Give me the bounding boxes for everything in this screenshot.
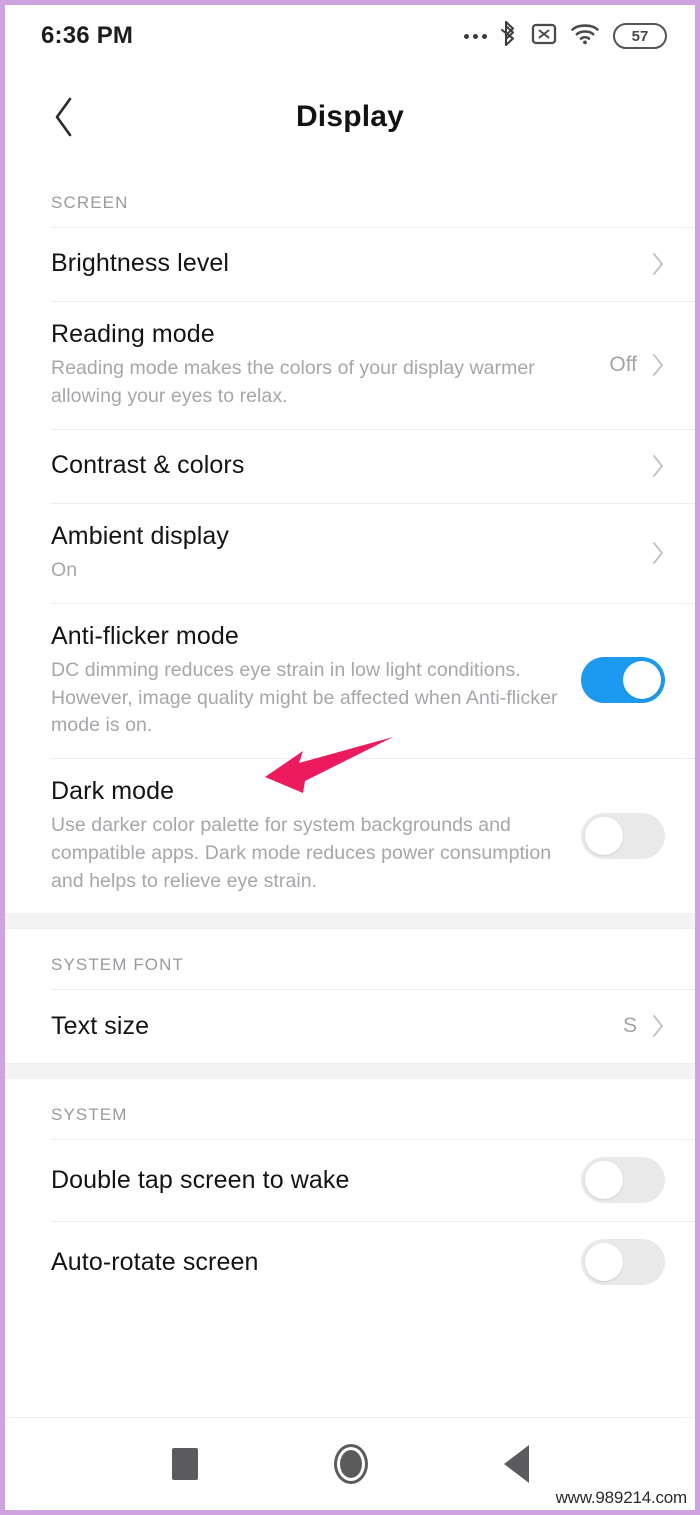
row-title: Reading mode bbox=[51, 320, 215, 348]
row-text-block: Dark mode Use darker color palette for s… bbox=[51, 776, 581, 895]
row-anti-flicker-mode[interactable]: Anti-flicker mode DC dimming reduces eye… bbox=[5, 602, 695, 758]
section-header-system: SYSTEM bbox=[5, 1079, 695, 1140]
row-text-block: Reading mode Reading mode makes the colo… bbox=[51, 319, 609, 411]
toggle-knob bbox=[585, 816, 623, 855]
phone-screen: 6:36 PM 57 Display SCREEN Brightness lev… bbox=[5, 5, 695, 1510]
toggle-anti-flicker-mode[interactable] bbox=[581, 657, 665, 704]
row-control bbox=[581, 1239, 665, 1286]
row-control bbox=[651, 541, 665, 565]
row-text-block: Contrast & colors bbox=[51, 450, 651, 481]
row-subtitle: Use darker color palette for system back… bbox=[51, 814, 552, 892]
row-control: Off bbox=[609, 353, 665, 377]
watermark-text: www.989214.com bbox=[555, 1488, 688, 1507]
row-control bbox=[651, 454, 665, 478]
row-title: Contrast & colors bbox=[51, 451, 245, 479]
more-dots-icon bbox=[464, 33, 487, 39]
no-sim-icon bbox=[531, 21, 557, 51]
back-chevron-icon[interactable] bbox=[39, 92, 89, 142]
chevron-right-icon bbox=[653, 253, 663, 275]
row-title: Dark mode bbox=[51, 776, 175, 805]
toggle-double-tap-to-wake[interactable] bbox=[581, 1157, 665, 1204]
row-control bbox=[581, 1157, 665, 1204]
section-divider bbox=[5, 913, 695, 930]
row-text-block: Ambient display On bbox=[51, 521, 651, 585]
row-text-block: Auto-rotate screen bbox=[51, 1247, 581, 1278]
battery-icon: 57 bbox=[613, 23, 667, 49]
android-navigation-bar: www.989214.com bbox=[5, 1417, 695, 1510]
page-title: Display bbox=[295, 100, 405, 133]
row-reading-mode[interactable]: Reading mode Reading mode makes the colo… bbox=[5, 301, 695, 429]
row-value-label: Off bbox=[609, 352, 637, 376]
settings-list[interactable]: SCREEN Brightness level Reading mode Rea… bbox=[5, 167, 695, 1417]
toggle-auto-rotate-screen[interactable] bbox=[581, 1239, 665, 1286]
row-title: Text size bbox=[51, 1011, 150, 1040]
row-ambient-display[interactable]: Ambient display On bbox=[5, 502, 695, 603]
section-header-system-font: SYSTEM FONT bbox=[5, 929, 695, 990]
bluetooth-icon bbox=[501, 20, 518, 52]
row-title: Auto-rotate screen bbox=[51, 1247, 259, 1276]
row-control: S bbox=[623, 1014, 665, 1038]
row-title: Ambient display bbox=[51, 521, 229, 550]
row-text-block: Double tap screen to wake bbox=[51, 1165, 581, 1196]
toggle-knob bbox=[585, 1161, 623, 1200]
recents-square-icon[interactable] bbox=[171, 1448, 198, 1480]
row-title: Double tap screen to wake bbox=[51, 1165, 350, 1194]
row-text-block: Anti-flicker mode DC dimming reduces eye… bbox=[51, 621, 581, 740]
row-dark-mode[interactable]: Dark mode Use darker color palette for s… bbox=[5, 757, 695, 914]
chevron-right-icon bbox=[653, 1015, 663, 1038]
battery-level-label: 57 bbox=[631, 27, 649, 45]
row-text-size[interactable]: Text size S bbox=[5, 989, 695, 1064]
row-auto-rotate-screen[interactable]: Auto-rotate screen bbox=[5, 1221, 695, 1304]
row-title: Anti-flicker mode bbox=[51, 621, 239, 650]
phone-screenshot-frame: 6:36 PM 57 Display SCREEN Brightness lev… bbox=[0, 0, 700, 1515]
row-control bbox=[581, 657, 665, 704]
back-triangle-icon[interactable] bbox=[503, 1445, 529, 1483]
row-double-tap-to-wake[interactable]: Double tap screen to wake bbox=[5, 1139, 695, 1222]
row-subtitle: On bbox=[51, 558, 78, 581]
wifi-icon bbox=[570, 21, 600, 51]
toggle-knob bbox=[585, 1243, 623, 1282]
chevron-right-icon bbox=[653, 454, 663, 477]
row-value-label: S bbox=[622, 1014, 637, 1038]
row-contrast-colors[interactable]: Contrast & colors bbox=[5, 428, 695, 503]
chevron-right-icon bbox=[653, 353, 663, 376]
home-circle-icon[interactable] bbox=[333, 1444, 368, 1484]
row-title: Brightness level bbox=[51, 249, 230, 278]
status-bar: 6:36 PM 57 bbox=[5, 5, 695, 67]
row-text-block: Brightness level bbox=[51, 248, 651, 279]
status-clock: 6:36 PM bbox=[41, 22, 134, 49]
section-header-screen: SCREEN bbox=[5, 167, 695, 227]
status-icon-tray: 57 bbox=[464, 20, 667, 52]
toggle-dark-mode[interactable] bbox=[581, 812, 665, 859]
app-title-bar: Display bbox=[5, 67, 695, 167]
row-brightness-level[interactable]: Brightness level bbox=[5, 227, 695, 301]
row-text-block: Text size bbox=[51, 1011, 623, 1042]
row-subtitle: DC dimming reduces eye strain in low lig… bbox=[51, 658, 558, 737]
toggle-knob bbox=[623, 661, 661, 700]
row-control bbox=[651, 252, 665, 276]
chevron-right-icon bbox=[653, 541, 663, 564]
section-divider bbox=[5, 1063, 695, 1080]
row-control bbox=[581, 812, 665, 859]
row-subtitle: Reading mode makes the colors of your di… bbox=[51, 357, 535, 407]
